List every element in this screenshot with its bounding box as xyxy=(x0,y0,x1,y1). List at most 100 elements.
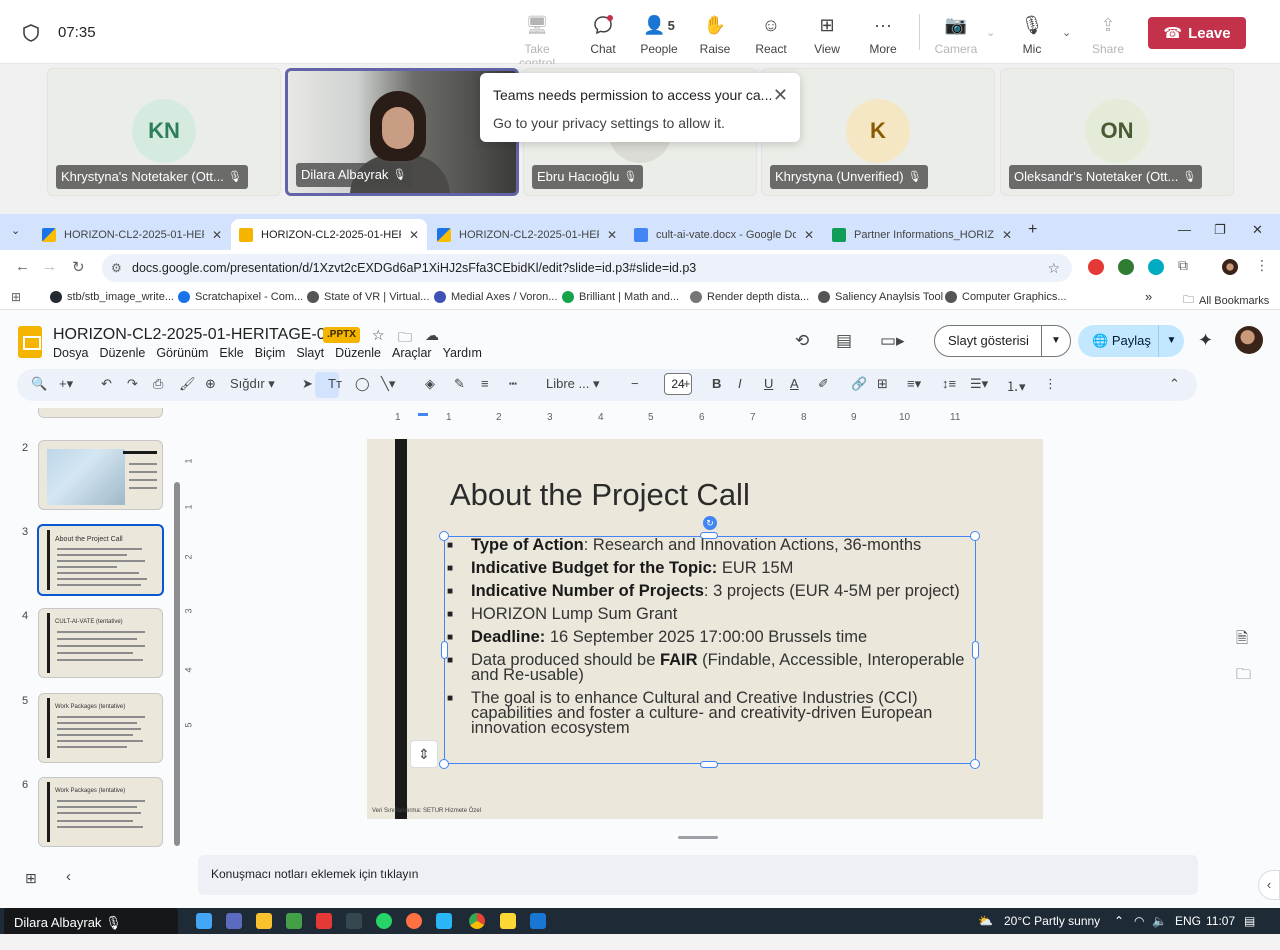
resize-handle[interactable] xyxy=(970,759,980,769)
bulleted-list-icon[interactable]: ☰▾ xyxy=(970,376,988,392)
increase-font-icon[interactable]: + xyxy=(683,376,691,391)
slide-thumbnail[interactable] xyxy=(38,440,163,510)
browser-tab-active[interactable]: HORIZON-CL2-2025-01-HERITA ✕ xyxy=(231,219,428,250)
close-tab-icon[interactable]: ✕ xyxy=(804,228,814,242)
browser-tab[interactable]: HORIZON-CL2-2025-01-HERITA ✕ xyxy=(429,219,625,250)
rotate-handle-icon[interactable]: ↻ xyxy=(703,516,717,530)
avatar[interactable] xyxy=(1235,326,1263,354)
tray-chevron-icon[interactable]: ⌃ xyxy=(1114,914,1124,928)
minimize-icon[interactable]: — xyxy=(1178,222,1191,237)
underline-icon[interactable]: U xyxy=(764,376,773,391)
comments-icon[interactable]: ▤ xyxy=(836,331,852,351)
view-button[interactable]: ⊞ View xyxy=(798,12,856,57)
slideshow-options-chevron-icon[interactable]: ▼ xyxy=(1041,326,1070,356)
border-weight-icon[interactable]: ≡ xyxy=(481,376,489,391)
whatsapp-icon[interactable] xyxy=(376,913,392,929)
take-control-button[interactable]: 🖥 Take control xyxy=(508,12,566,71)
taskbar-app-icon[interactable] xyxy=(286,913,302,929)
clock[interactable]: 11:07 xyxy=(1206,914,1235,928)
menu-item-help[interactable]: Yardım xyxy=(443,346,482,360)
menu-item-edit[interactable]: Düzenle xyxy=(99,346,145,360)
keep-notes-icon[interactable]: 🗎 xyxy=(1236,628,1248,653)
vertical-align-icon[interactable]: ⇕ xyxy=(410,740,438,768)
people-button[interactable]: 👤 5 People xyxy=(630,12,688,57)
apps-grid-icon[interactable]: ⊞ xyxy=(11,290,21,304)
file-explorer-icon[interactable] xyxy=(256,913,272,929)
redo-icon[interactable]: ↷ xyxy=(127,376,138,392)
weather-text[interactable]: 20°C Partly sunny xyxy=(1004,914,1100,928)
grammarly-extension-icon[interactable] xyxy=(1148,259,1164,275)
border-dash-icon[interactable]: ┅ xyxy=(509,376,517,392)
bold-icon[interactable]: B xyxy=(712,376,721,391)
menu-item-view[interactable]: Görünüm xyxy=(156,346,208,360)
font-family-select[interactable]: Libre ... ▾ xyxy=(546,376,600,392)
notes-resize-handle[interactable] xyxy=(678,836,718,839)
back-icon[interactable]: ← xyxy=(15,258,30,275)
url-input[interactable]: ⚙ docs.google.com/presentation/d/1Xzvt2c… xyxy=(102,254,1072,282)
restore-icon[interactable]: ❐ xyxy=(1214,222,1226,238)
terminal-icon[interactable] xyxy=(346,913,362,929)
side-folder-icon[interactable]: 🗀 xyxy=(1236,664,1251,689)
current-slide[interactable]: About the Project Call Veri Sınıflandırm… xyxy=(367,439,1043,819)
menu-item-format[interactable]: Biçim xyxy=(255,346,286,360)
ruler-indent-marker[interactable]: ▬ xyxy=(418,408,428,419)
volume-icon[interactable]: 🔈 xyxy=(1152,914,1167,928)
chrome-icon[interactable] xyxy=(469,913,485,929)
camera-button[interactable]: 📷 Camera xyxy=(927,12,985,57)
window-close-icon[interactable]: ✕ xyxy=(1252,222,1263,238)
browser-tab[interactable]: Partner Informations_HORIZON ✕ xyxy=(824,219,1020,250)
menu-item-file[interactable]: Dosya xyxy=(53,346,88,360)
bookmark-item[interactable]: State of VR | Virtual... xyxy=(307,291,429,303)
slide-thumbnail[interactable] xyxy=(38,408,163,418)
close-icon[interactable]: ✕ xyxy=(773,85,788,106)
profile-avatar[interactable] xyxy=(1222,259,1238,275)
collapse-panel-icon[interactable]: ‹ xyxy=(66,868,71,885)
all-bookmarks-folder[interactable]: 🗀 All Bookmarks xyxy=(1183,291,1269,310)
share-options-chevron-icon[interactable]: ▼ xyxy=(1158,325,1184,357)
close-tab-icon[interactable]: ✕ xyxy=(409,228,419,242)
speaker-notes-field[interactable]: Konuşmacı notları eklemek için tıklayın xyxy=(198,855,1198,895)
share-button[interactable]: ⇪ Share xyxy=(1079,12,1137,57)
slide-thumbnail[interactable]: CULT-AI-VATE (tentative) xyxy=(38,608,163,678)
fill-color-icon[interactable]: ◈ xyxy=(425,376,435,392)
more-button[interactable]: ··· More xyxy=(854,12,912,57)
text-color-icon[interactable]: A xyxy=(790,376,799,391)
menu-item-slide[interactable]: Slayt xyxy=(296,346,324,360)
cloud-saved-icon[interactable]: ☁ xyxy=(425,327,439,344)
gemini-sparkle-icon[interactable]: ✦ xyxy=(1198,330,1213,351)
mic-button[interactable]: 🎙 Mic xyxy=(1003,12,1061,57)
slides-logo-icon[interactable] xyxy=(18,326,42,358)
border-color-icon[interactable]: ✎ xyxy=(454,376,465,392)
more-bookmarks-icon[interactable]: » xyxy=(1145,289,1152,304)
thumbnail-scrollbar[interactable] xyxy=(174,482,180,846)
resize-handle[interactable] xyxy=(439,759,449,769)
notifications-icon[interactable]: ▤ xyxy=(1244,914,1255,928)
menu-item-insert[interactable]: Ekle xyxy=(219,346,243,360)
close-tab-icon[interactable]: ✕ xyxy=(1002,228,1012,242)
resize-handle[interactable] xyxy=(972,641,979,659)
star-icon[interactable]: ☆ xyxy=(372,327,385,344)
decrease-font-icon[interactable]: − xyxy=(631,376,639,391)
taskbar-app-icon[interactable] xyxy=(196,913,212,929)
extensions-puzzle-icon[interactable]: ⧉ xyxy=(1178,257,1188,274)
search-menus-icon[interactable]: 🔍 xyxy=(31,376,47,392)
chrome-menu-icon[interactable]: ⋮ xyxy=(1255,257,1269,274)
participant-tile[interactable]: ON Oleksandr's Notetaker (Ott... 🎙 xyxy=(1000,68,1234,196)
share-button[interactable]: 🌐 Paylaş ▼ xyxy=(1078,325,1184,357)
highlight-icon[interactable]: ✐ xyxy=(818,376,829,392)
slideshow-button[interactable]: Slayt gösterisi ▼ xyxy=(934,325,1071,357)
bookmark-item[interactable]: Computer Graphics... xyxy=(945,291,1067,303)
slide-thumbnail[interactable]: Work Packages (tentative) xyxy=(38,693,163,763)
site-info-icon[interactable]: ⚙ xyxy=(111,254,122,282)
taskbar-app-icon[interactable] xyxy=(316,913,332,929)
outlook-icon[interactable] xyxy=(530,913,546,929)
raise-hand-button[interactable]: ✋ Raise xyxy=(686,12,744,57)
numbered-list-icon[interactable]: ⒈▾ xyxy=(1006,376,1026,395)
version-history-icon[interactable]: ⟲ xyxy=(795,331,809,351)
add-comment-icon[interactable]: ⊞ xyxy=(877,376,888,392)
close-tab-icon[interactable]: ✕ xyxy=(607,228,617,242)
new-tab-icon[interactable]: + xyxy=(1028,221,1037,239)
print-icon[interactable]: ⎙ xyxy=(153,376,163,392)
grid-view-icon[interactable]: ⊞ xyxy=(25,870,37,887)
line-spacing-icon[interactable]: ↕≡ xyxy=(942,376,956,391)
